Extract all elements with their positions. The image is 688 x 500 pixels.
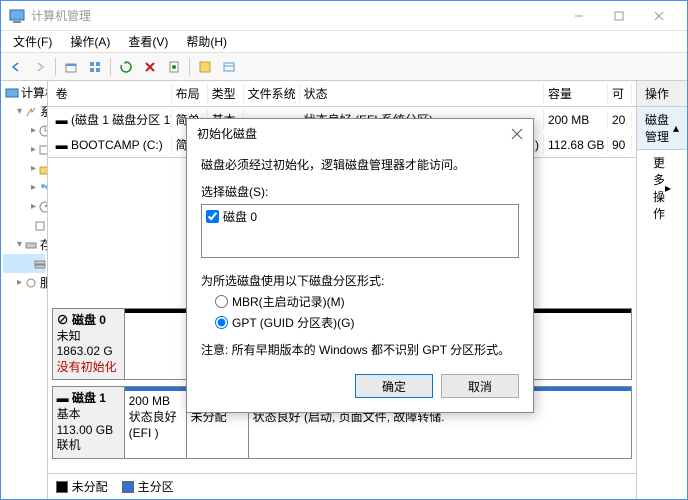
tree-event-viewer[interactable]: ▸事件查看器 [3, 140, 45, 159]
tree-device-manager[interactable]: 设备管理器 [3, 216, 45, 235]
refresh-button[interactable] [115, 56, 137, 78]
disk-checkbox[interactable] [206, 210, 219, 223]
actions-more[interactable]: 更多操作▸ [637, 150, 687, 226]
dialog-close-button[interactable] [511, 128, 523, 140]
tree-panel: 计算机管理(本地) ▾系统工具 ▸任务计划程序 ▸事件查看器 ▸共享文件夹 ▸本… [1, 81, 48, 499]
up-button[interactable] [60, 56, 82, 78]
list-button[interactable] [218, 56, 240, 78]
initialize-disk-dialog: 初始化磁盘 磁盘必须经过初始化，逻辑磁盘管理器才能访问。 选择磁盘(S): 磁盘… [186, 118, 534, 413]
help-button[interactable] [194, 56, 216, 78]
menu-view[interactable]: 查看(V) [120, 31, 176, 52]
gpt-radio[interactable]: GPT (GUID 分区表)(G) [215, 314, 519, 331]
menubar: 文件(F) 操作(A) 查看(V) 帮助(H) [1, 31, 687, 53]
select-disk-label: 选择磁盘(S): [201, 183, 519, 200]
menu-help[interactable]: 帮助(H) [178, 31, 235, 52]
col-filesystem[interactable]: 文件系统 [244, 83, 300, 104]
app-icon [9, 8, 25, 24]
tree-performance[interactable]: ▸性能 [3, 197, 45, 216]
drive-icon: ▬ [56, 138, 71, 152]
tree-local-users[interactable]: ▸本地用户和组 [3, 178, 45, 197]
window-title: 计算机管理 [31, 7, 559, 24]
close-button[interactable] [639, 1, 679, 31]
col-volume[interactable]: 卷 [52, 83, 172, 104]
partition[interactable]: 200 MB状态良好 (EFI ) [125, 387, 187, 457]
mbr-radio[interactable]: MBR(主启动记录)(M) [215, 293, 519, 310]
back-button[interactable] [5, 56, 27, 78]
ok-button[interactable]: 确定 [355, 374, 433, 398]
menu-file[interactable]: 文件(F) [5, 31, 60, 52]
tree-task-scheduler[interactable]: ▸任务计划程序 [3, 121, 45, 140]
tree-disk-management[interactable]: 磁盘管理 [3, 254, 45, 273]
tree-system-tools[interactable]: ▾系统工具 [3, 102, 45, 121]
toolbar [1, 53, 687, 81]
properties-button[interactable] [163, 56, 185, 78]
menu-action[interactable]: 操作(A) [62, 31, 118, 52]
col-available[interactable]: 可 [608, 83, 632, 104]
maximize-button[interactable] [599, 1, 639, 31]
actions-header: 操作 [637, 81, 687, 107]
disk-option[interactable]: 磁盘 0 [204, 207, 516, 226]
legend: 未分配 主分区 [48, 473, 636, 499]
tree-storage[interactable]: ▾存储 [3, 235, 45, 254]
chevron-right-icon: ▸ [665, 181, 671, 195]
disk-icon: ▬ [57, 391, 72, 405]
tree-shared-folders[interactable]: ▸共享文件夹 [3, 159, 45, 178]
disk-listbox[interactable]: 磁盘 0 [201, 204, 519, 258]
actions-panel: 操作 磁盘管理▴ 更多操作▸ [637, 81, 687, 499]
col-capacity[interactable]: 容量 [544, 83, 608, 104]
disk-info: ▬ 磁盘 1 基本 113.00 GB 联机 [53, 387, 125, 457]
partition-style-label: 为所选磁盘使用以下磁盘分区形式: [201, 272, 519, 289]
col-status[interactable]: 状态 [300, 83, 544, 104]
tree-root[interactable]: 计算机管理(本地) [3, 83, 45, 102]
minimize-button[interactable] [559, 1, 599, 31]
dialog-message: 磁盘必须经过初始化，逻辑磁盘管理器才能访问。 [201, 156, 519, 173]
titlebar: 计算机管理 [1, 1, 687, 31]
dialog-title: 初始化磁盘 [197, 125, 511, 142]
col-type[interactable]: 类型 [208, 83, 244, 104]
chevron-up-icon: ▴ [673, 121, 679, 135]
forward-button[interactable] [29, 56, 51, 78]
volume-header: 卷 布局 类型 文件系统 状态 容量 可 [48, 81, 636, 107]
cancel-button[interactable]: 取消 [441, 374, 519, 398]
tree-services[interactable]: ▸服务和应用程序 [3, 273, 45, 292]
view-button[interactable] [84, 56, 106, 78]
delete-button[interactable] [139, 56, 161, 78]
drive-icon: ▬ [56, 113, 71, 127]
actions-group[interactable]: 磁盘管理▴ [637, 107, 687, 150]
dialog-note: 注意: 所有早期版本的 Windows 都不识别 GPT 分区形式。 [201, 341, 519, 358]
col-layout[interactable]: 布局 [172, 83, 208, 104]
disk-info: ⊘ 磁盘 0 未知 1863.02 G 没有初始化 [53, 309, 125, 379]
disk-icon: ⊘ [57, 313, 72, 327]
